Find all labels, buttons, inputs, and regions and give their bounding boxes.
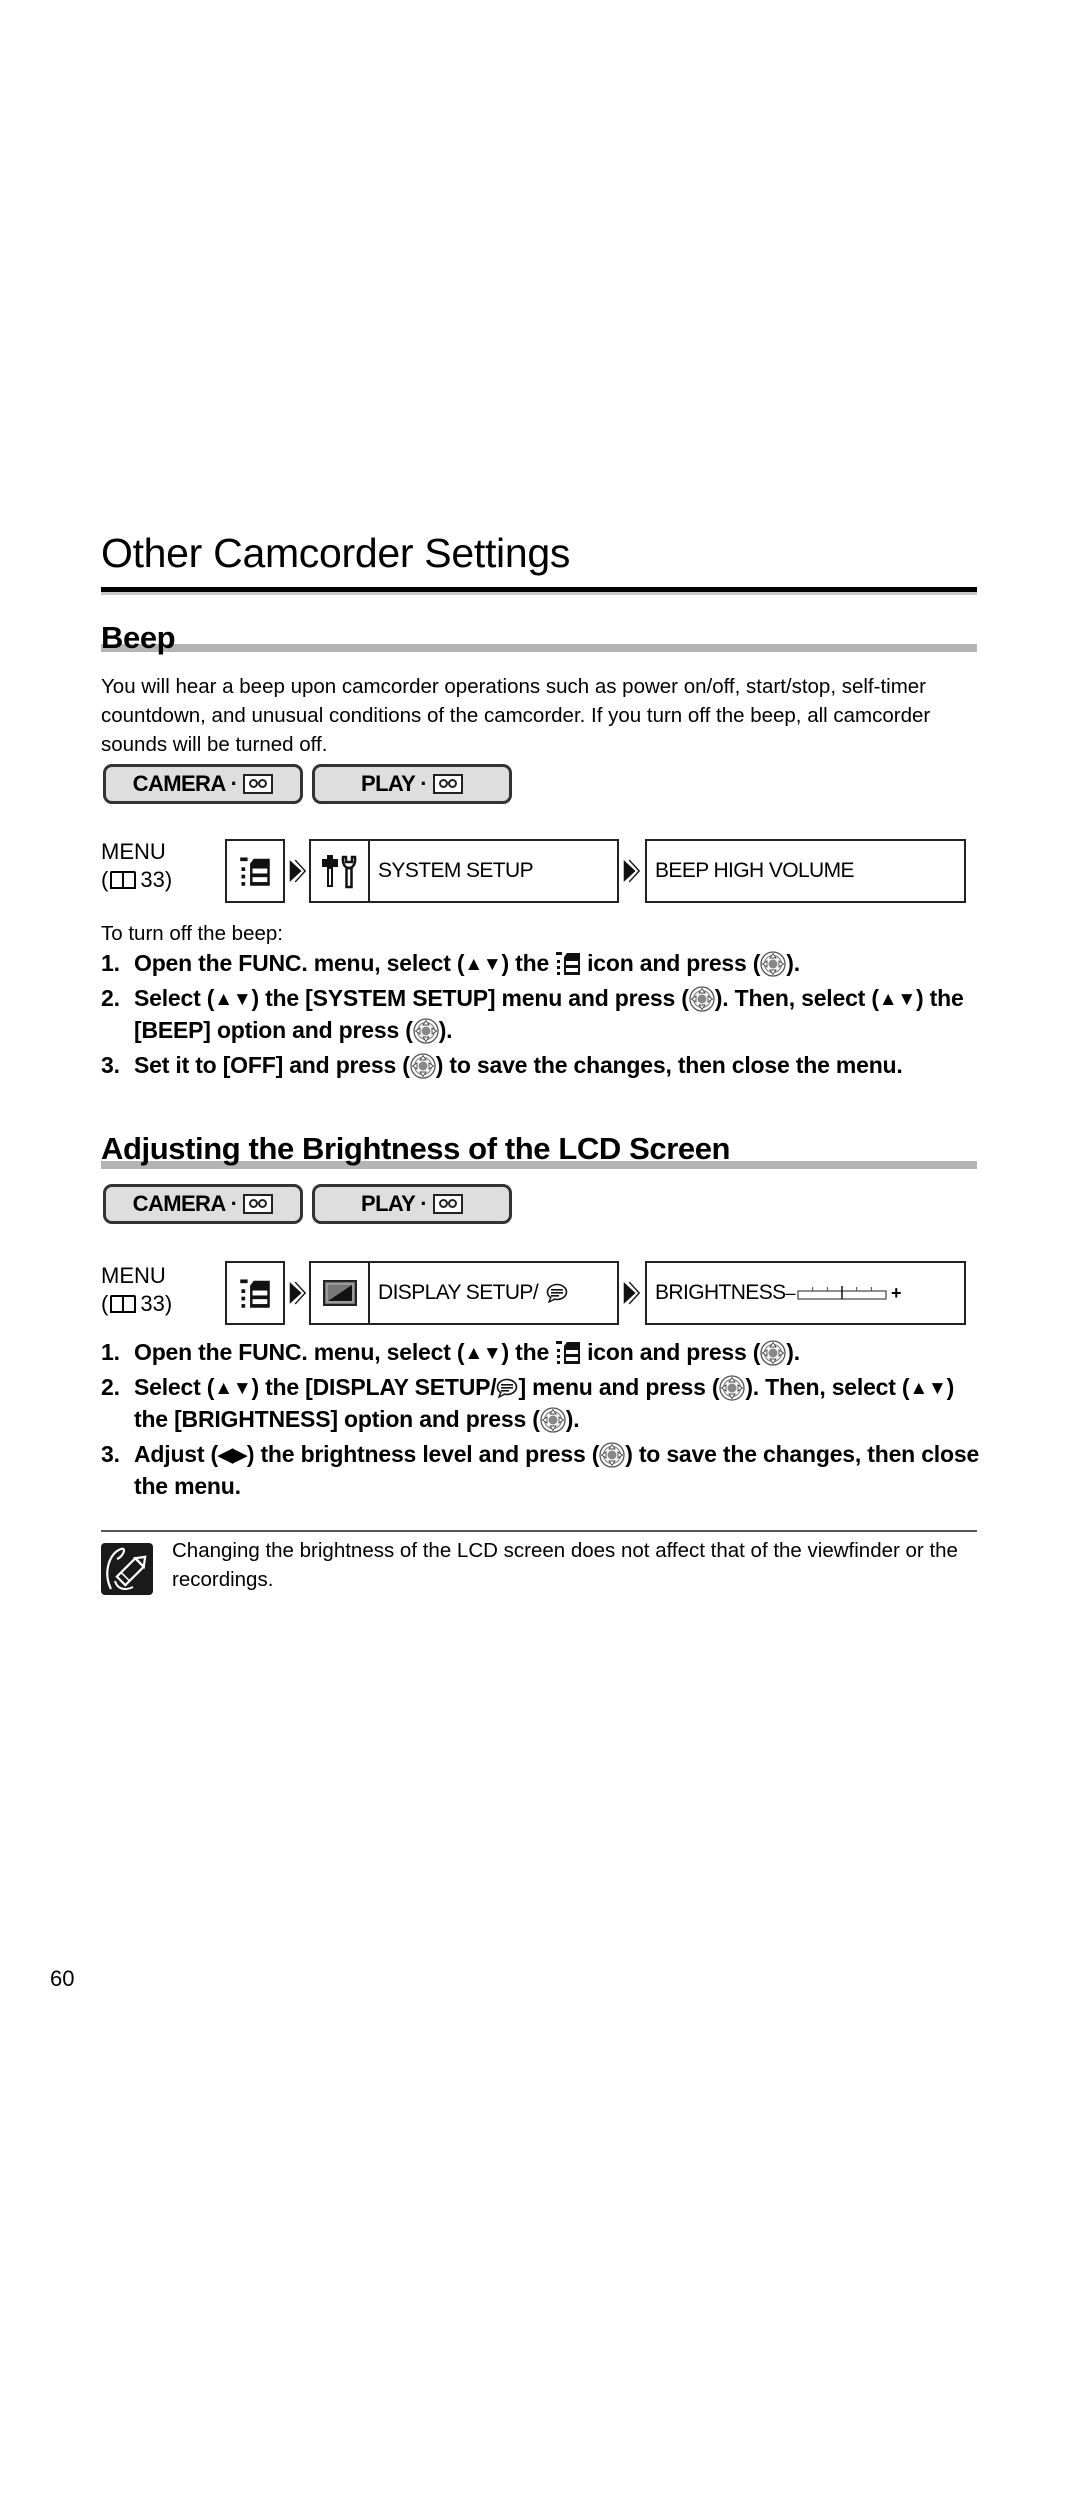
title-rule-shadow bbox=[101, 592, 977, 595]
slider-minus: – bbox=[785, 1282, 796, 1303]
beep-step-2: 2. Select (▲▼) the [SYSTEM SETUP] menu a… bbox=[101, 985, 964, 1044]
note-rule bbox=[101, 1530, 977, 1532]
func-menu-icon bbox=[555, 1339, 581, 1365]
camera-tape-mode-badge: CAMERA · bbox=[103, 764, 303, 804]
play-tape-mode-badge: PLAY · bbox=[312, 1184, 512, 1224]
display-icon bbox=[323, 1280, 357, 1306]
next-arrow-icon bbox=[286, 839, 308, 903]
joystick-icon bbox=[599, 1442, 625, 1468]
tape-icon bbox=[243, 1194, 274, 1214]
page-title: Other Camcorder Settings bbox=[101, 530, 571, 576]
beep-intro: You will hear a beep upon camcorder oper… bbox=[101, 675, 931, 756]
tape-icon bbox=[433, 1194, 463, 1214]
display-setup-box: DISPLAY SETUP/ bbox=[309, 1261, 619, 1325]
brightness-option-label: BRIGHTNESS bbox=[655, 1281, 786, 1304]
beep-step-3: 3. Set it to [OFF] and press () to save … bbox=[101, 1052, 903, 1079]
up-down-arrows-icon: ▲▼ bbox=[214, 989, 252, 1010]
mode-label: PLAY bbox=[361, 1191, 416, 1216]
up-down-arrows-icon: ▲▼ bbox=[464, 954, 502, 975]
next-arrow-icon bbox=[620, 1261, 642, 1325]
func-menu-box bbox=[225, 839, 285, 903]
up-down-arrows-icon: ▲▼ bbox=[464, 1343, 502, 1364]
slider-plus: + bbox=[890, 1282, 902, 1303]
tape-icon bbox=[243, 774, 274, 794]
joystick-icon bbox=[719, 1375, 745, 1401]
menu-label: MENU bbox=[101, 1263, 166, 1288]
up-down-arrows-icon: ▲▼ bbox=[909, 1378, 947, 1399]
func-menu-box bbox=[225, 1261, 285, 1325]
note-pencil-icon bbox=[101, 1543, 153, 1595]
display-setup-label: DISPLAY SETUP/ bbox=[378, 1281, 539, 1304]
func-menu-icon bbox=[239, 855, 271, 887]
func-menu-icon bbox=[555, 950, 581, 976]
play-tape-mode-badge: PLAY · bbox=[312, 764, 512, 804]
book-icon bbox=[110, 1295, 137, 1313]
joystick-icon bbox=[413, 1018, 439, 1044]
note-text: Changing the brightness of the LCD scree… bbox=[172, 1539, 958, 1591]
tape-icon bbox=[433, 774, 463, 794]
system-setup-label: SYSTEM SETUP bbox=[378, 859, 534, 882]
system-setup-box: SYSTEM SETUP bbox=[309, 839, 619, 903]
tools-icon bbox=[320, 853, 360, 889]
beep-heading-rule bbox=[101, 644, 977, 652]
up-down-arrows-icon: ▲▼ bbox=[214, 1378, 252, 1399]
joystick-icon bbox=[410, 1053, 436, 1079]
speech-bubble-icon bbox=[496, 1378, 518, 1398]
mode-label: CAMERA bbox=[132, 771, 227, 796]
page-number: 60 bbox=[50, 1966, 75, 1991]
func-menu-icon bbox=[239, 1277, 271, 1309]
brightness-step-3: 3. Adjust (◀▶) the brightness level and … bbox=[101, 1441, 980, 1499]
brightness-slider bbox=[797, 1286, 887, 1300]
beep-steps-intro: To turn off the beep: bbox=[101, 922, 283, 945]
next-arrow-icon bbox=[620, 839, 642, 903]
joystick-icon bbox=[540, 1407, 566, 1433]
menu-label: MENU bbox=[101, 839, 166, 864]
beep-option-box: BEEP HIGH VOLUME bbox=[645, 839, 966, 903]
up-down-arrows-icon: ▲▼ bbox=[878, 989, 917, 1010]
camera-tape-mode-badge: CAMERA · bbox=[103, 1184, 303, 1224]
next-arrow-icon bbox=[286, 1261, 308, 1325]
beep-option-label: BEEP HIGH VOLUME bbox=[655, 859, 855, 882]
beep-heading: Beep bbox=[101, 620, 176, 655]
menu-page-ref: 33 bbox=[140, 867, 165, 892]
book-icon bbox=[110, 871, 137, 889]
menu-reference: MENU (33) bbox=[101, 1263, 173, 1316]
beep-step-1: 1. Open the FUNC. menu, select (▲▼) the i… bbox=[101, 948, 981, 980]
mode-label: CAMERA bbox=[132, 1191, 227, 1216]
brightness-option-box: BRIGHTNESS – + bbox=[645, 1261, 966, 1325]
joystick-icon bbox=[689, 986, 715, 1012]
menu-reference: MENU (33) bbox=[101, 839, 173, 892]
joystick-icon bbox=[760, 1340, 786, 1366]
mode-label: PLAY bbox=[361, 771, 416, 796]
joystick-icon bbox=[760, 951, 786, 977]
left-right-arrows-icon: ◀▶ bbox=[218, 1445, 247, 1466]
menu-page-ref: 33 bbox=[140, 1291, 165, 1316]
brightness-step-1: 1. Open the FUNC. menu, select (▲▼) the i… bbox=[101, 1337, 981, 1369]
brightness-step-2: 2. Select (▲▼) the [DISPLAY SETUP/] menu… bbox=[101, 1374, 955, 1433]
brightness-heading: Adjusting the Brightness of the LCD Scre… bbox=[101, 1131, 731, 1166]
speech-bubble-icon bbox=[546, 1283, 568, 1303]
